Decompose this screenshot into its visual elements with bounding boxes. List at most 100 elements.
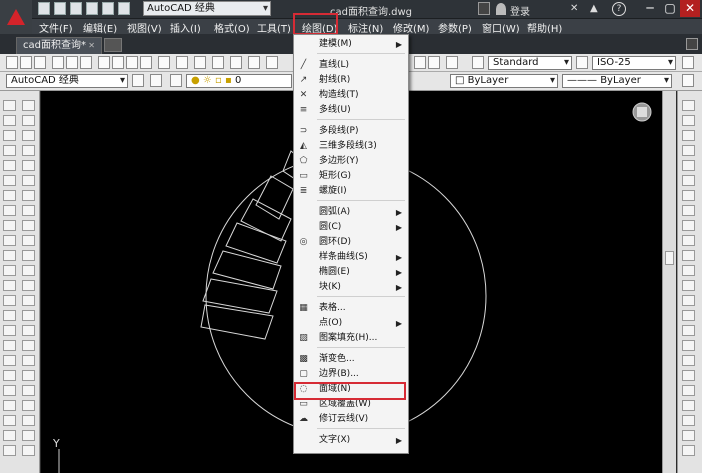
mirror-icon[interactable] <box>22 130 35 141</box>
redo-icon[interactable] <box>194 56 206 69</box>
linear-dim-icon[interactable] <box>682 100 695 111</box>
new-tab-button[interactable] <box>104 38 122 52</box>
xline-icon[interactable] <box>3 415 16 426</box>
text-style-icon[interactable] <box>472 56 484 69</box>
menu-dimension[interactable]: 标注(N) <box>348 20 383 35</box>
cut-icon[interactable] <box>98 56 110 69</box>
table-style-icon[interactable] <box>682 56 694 69</box>
revcloud-icon[interactable] <box>3 205 16 216</box>
draw-menu-item[interactable]: ⬠ 多边形(Y) <box>294 154 408 169</box>
menu-view[interactable]: 视图(V) <box>127 20 162 35</box>
stretch-icon[interactable] <box>22 220 35 231</box>
draw-menu-item[interactable]: 建模(M) ▶ <box>294 37 408 52</box>
paste-icon[interactable] <box>126 56 138 69</box>
aligned-dim-icon[interactable] <box>682 115 695 126</box>
radius-icon[interactable] <box>682 160 695 171</box>
circle-icon[interactable] <box>3 190 16 201</box>
maximize-button[interactable]: ▢ <box>660 0 680 17</box>
menu-file[interactable]: 文件(F) <box>39 20 73 35</box>
region-icon[interactable] <box>3 340 16 351</box>
polygon-icon[interactable] <box>3 445 16 456</box>
draw-menu-item[interactable]: 点(O) ▶ <box>294 316 408 331</box>
draw-menu-item[interactable]: 椭圆(E) ▶ <box>294 265 408 280</box>
spline-icon[interactable] <box>3 220 16 231</box>
insert-block-icon[interactable] <box>3 265 16 276</box>
dim-space-icon[interactable] <box>682 265 695 276</box>
draw-menu-item[interactable]: ↗ 射线(R) <box>294 73 408 88</box>
draw-menu-item[interactable]: ≣ 螺旋(I) <box>294 184 408 199</box>
save-icon[interactable] <box>34 56 46 69</box>
print-icon[interactable] <box>102 2 114 15</box>
draw-menu-item[interactable]: 圆(C) ▶ <box>294 220 408 235</box>
mark-icon[interactable] <box>22 385 35 396</box>
draw-menu-item[interactable]: ☁ 修订云线(V) <box>294 412 408 427</box>
quick-dim-icon[interactable] <box>682 220 695 231</box>
menu-parametric[interactable]: 参数(P) <box>438 20 472 35</box>
menu-modify[interactable]: 修改(M) <box>393 20 429 35</box>
copy-icon[interactable] <box>22 115 35 126</box>
undo-icon[interactable] <box>118 2 130 15</box>
draw-menu-item[interactable]: ▭ 矩形(G) <box>294 169 408 184</box>
pan-icon[interactable] <box>212 56 224 69</box>
jogged-icon[interactable] <box>682 175 695 186</box>
ellipse-icon[interactable] <box>3 235 16 246</box>
help-icon[interactable]: ? <box>612 2 626 16</box>
draw-menu-item[interactable]: 文字(X) ▶ <box>294 433 408 448</box>
draw-menu-item[interactable]: ⊃ 多段线(P) <box>294 124 408 139</box>
workspace-settings-icon[interactable] <box>132 74 144 87</box>
draw-menu-item[interactable]: 块(K) ▶ <box>294 280 408 295</box>
text-style-dropdown[interactable]: Standard ▾ <box>488 56 572 70</box>
xline-icon[interactable] <box>3 115 16 126</box>
tolerance-icon[interactable] <box>682 295 695 306</box>
layer-dropdown[interactable]: ● ☼ ▫ ▪ 0 <box>186 74 292 88</box>
binoculars-icon[interactable] <box>478 2 490 15</box>
draw-menu-item[interactable]: ≡ 多线(U) <box>294 103 408 118</box>
open-file-icon[interactable] <box>54 2 66 15</box>
menu-tools[interactable]: 工具(T) <box>257 20 291 35</box>
dim-style-icon[interactable] <box>576 56 588 69</box>
menu-format[interactable]: 格式(O) <box>214 20 250 35</box>
pline-icon[interactable] <box>3 430 16 441</box>
properties-icon[interactable] <box>414 56 426 69</box>
draw-menu-item[interactable]: 样条曲线(S) ▶ <box>294 250 408 265</box>
draw-menu-item[interactable]: ◎ 圆环(D) <box>294 235 408 250</box>
match-prop-icon[interactable] <box>140 56 152 69</box>
baseline-icon[interactable] <box>682 235 695 246</box>
inspect-icon[interactable] <box>682 325 695 336</box>
draw-menu-item[interactable]: ✕ 构造线(T) <box>294 88 408 103</box>
scroll-thumb[interactable] <box>665 251 674 265</box>
close-button[interactable]: ✕ <box>680 0 700 17</box>
copy-icon[interactable] <box>112 56 124 69</box>
workspace-dropdown-2[interactable]: AutoCAD 经典 ▾ <box>6 74 128 88</box>
draw-menu-item[interactable]: ▢ 边界(B)... <box>294 367 408 382</box>
continue-icon[interactable] <box>682 250 695 261</box>
workspace-icon[interactable] <box>150 74 162 87</box>
open-icon[interactable] <box>20 56 32 69</box>
dim-update-icon[interactable] <box>682 385 695 396</box>
ellipse-arc-icon[interactable] <box>3 250 16 261</box>
array-icon[interactable] <box>22 160 35 171</box>
menu-window[interactable]: 窗口(W) <box>482 20 520 35</box>
pline-icon[interactable] <box>3 130 16 141</box>
dim-break-icon[interactable] <box>682 280 695 291</box>
extend-icon[interactable] <box>22 250 35 261</box>
angular-icon[interactable] <box>682 205 695 216</box>
center-mark-icon[interactable] <box>682 310 695 321</box>
qnew-icon[interactable] <box>6 56 18 69</box>
mirror-icon[interactable] <box>22 430 35 441</box>
chamfer-icon[interactable] <box>22 310 35 321</box>
jogged-linear-icon[interactable] <box>682 340 695 351</box>
dim-style-dropdown[interactable]: ISO-25 ▾ <box>592 56 676 70</box>
linetype-dropdown[interactable]: ——— ByLayer ▾ <box>562 74 672 88</box>
erase-icon[interactable] <box>22 100 35 111</box>
plot-icon[interactable] <box>52 56 64 69</box>
move-icon[interactable] <box>22 175 35 186</box>
menu-edit[interactable]: 编辑(E) <box>83 20 117 35</box>
close-tab-icon[interactable]: ✕ <box>88 38 95 54</box>
hatch-icon[interactable] <box>3 310 16 321</box>
undo-icon[interactable] <box>176 56 188 69</box>
rotate-icon[interactable] <box>22 190 35 201</box>
menu-help[interactable]: 帮助(H) <box>527 20 562 35</box>
polygon-icon[interactable] <box>3 145 16 156</box>
break-icon[interactable] <box>22 280 35 291</box>
